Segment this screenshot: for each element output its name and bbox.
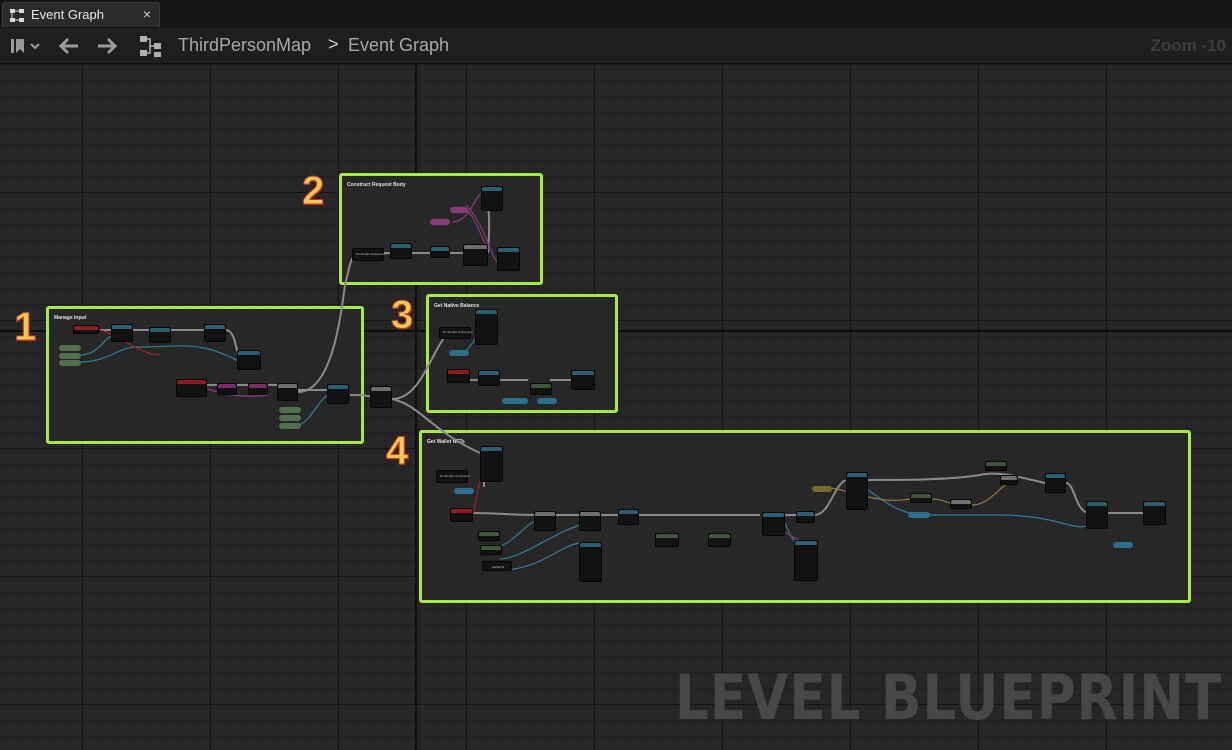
macro-node[interactable] [248, 383, 268, 395]
function-node[interactable] [571, 370, 595, 390]
function-node[interactable] [655, 533, 679, 547]
node-label: Do Moralis Subsystem [440, 474, 471, 478]
variable-node[interactable] [454, 488, 474, 494]
function-node[interactable] [1143, 501, 1166, 525]
variable-node[interactable] [279, 415, 301, 421]
function-node[interactable] [480, 545, 502, 555]
bookmark-icon[interactable] [8, 34, 44, 58]
function-node[interactable] [478, 370, 500, 386]
sequence-node[interactable] [370, 386, 392, 408]
tab-strip: Event Graph × [0, 0, 1232, 28]
function-node[interactable] [1086, 501, 1108, 529]
tab-label: Event Graph [31, 7, 104, 22]
function-node[interactable] [430, 246, 450, 258]
function-node[interactable] [530, 383, 552, 395]
function-node[interactable] [618, 509, 639, 525]
variable-node[interactable] [502, 398, 528, 404]
subsystem-getter-node[interactable]: Do Moralis Subsystem [439, 327, 474, 339]
node-label: Do Moralis Subsystem [356, 252, 387, 256]
node-label: LENGTH [492, 565, 505, 569]
function-node[interactable] [111, 324, 133, 342]
function-node[interactable] [149, 327, 171, 343]
graph-icon [140, 36, 161, 57]
event-node[interactable] [73, 325, 99, 334]
branch-node[interactable] [579, 511, 601, 531]
function-node[interactable] [1045, 473, 1066, 493]
subsystem-getter-node[interactable]: Do Moralis Subsystem [352, 248, 387, 261]
function-node[interactable] [579, 542, 602, 582]
graph-icon [10, 9, 24, 22]
event-node[interactable] [450, 508, 473, 522]
variable-node[interactable] [59, 353, 81, 359]
variable-node[interactable] [279, 407, 301, 413]
function-node[interactable] [846, 472, 868, 510]
function-node[interactable] [796, 511, 815, 523]
breadcrumb-root[interactable]: ThirdPersonMap [178, 35, 311, 56]
length-node[interactable]: LENGTH [482, 561, 512, 571]
variable-node[interactable] [908, 512, 930, 518]
function-node[interactable] [708, 533, 731, 547]
node-wires [79, 189, 1145, 571]
variable-node[interactable] [430, 219, 450, 225]
function-node[interactable] [985, 461, 1007, 471]
branch-node[interactable] [463, 244, 488, 266]
level-blueprint-watermark: LEVEL BLUEPRINT [675, 661, 1222, 734]
macro-node[interactable] [950, 499, 972, 509]
function-node[interactable] [327, 384, 349, 404]
tab-event-graph[interactable]: Event Graph × [2, 2, 160, 27]
back-arrow-icon[interactable] [56, 34, 82, 58]
variable-node[interactable] [279, 423, 301, 429]
function-node[interactable] [497, 247, 520, 271]
breadcrumb-separator: > [328, 34, 339, 54]
variable-node[interactable] [59, 345, 81, 351]
function-node[interactable] [475, 309, 498, 345]
macro-node[interactable] [217, 383, 237, 395]
variable-node[interactable] [537, 398, 557, 404]
function-node[interactable] [480, 446, 503, 482]
branch-node[interactable] [534, 511, 556, 531]
variable-node[interactable] [1113, 542, 1133, 548]
function-node[interactable] [910, 493, 932, 503]
function-node[interactable] [481, 186, 503, 211]
breadcrumb-leaf[interactable]: Event Graph [348, 35, 449, 56]
graph-toolbar: ThirdPersonMap > Event Graph Zoom -10 [0, 28, 1232, 64]
variable-node[interactable] [450, 207, 468, 213]
variable-node[interactable] [812, 486, 832, 492]
macro-node[interactable] [1000, 475, 1018, 485]
zoom-level: Zoom -10 [1150, 36, 1226, 55]
close-icon[interactable]: × [143, 6, 151, 22]
function-node[interactable] [794, 540, 818, 581]
branch-node[interactable] [277, 383, 298, 401]
node-label: Do Moralis Subsystem [443, 330, 474, 334]
function-node[interactable] [762, 512, 785, 536]
function-node[interactable] [204, 324, 226, 342]
function-node[interactable] [478, 531, 500, 541]
forward-arrow-icon[interactable] [94, 34, 120, 58]
variable-node[interactable] [59, 360, 81, 366]
subsystem-getter-node[interactable]: Do Moralis Subsystem [436, 470, 471, 483]
graph-canvas[interactable]: Manage Input 1 Construct Request Body 2 … [0, 65, 1232, 750]
function-node[interactable] [390, 243, 412, 259]
variable-node[interactable] [449, 350, 469, 356]
event-node[interactable] [176, 379, 207, 397]
function-node[interactable] [237, 350, 261, 370]
event-node[interactable] [447, 369, 470, 383]
